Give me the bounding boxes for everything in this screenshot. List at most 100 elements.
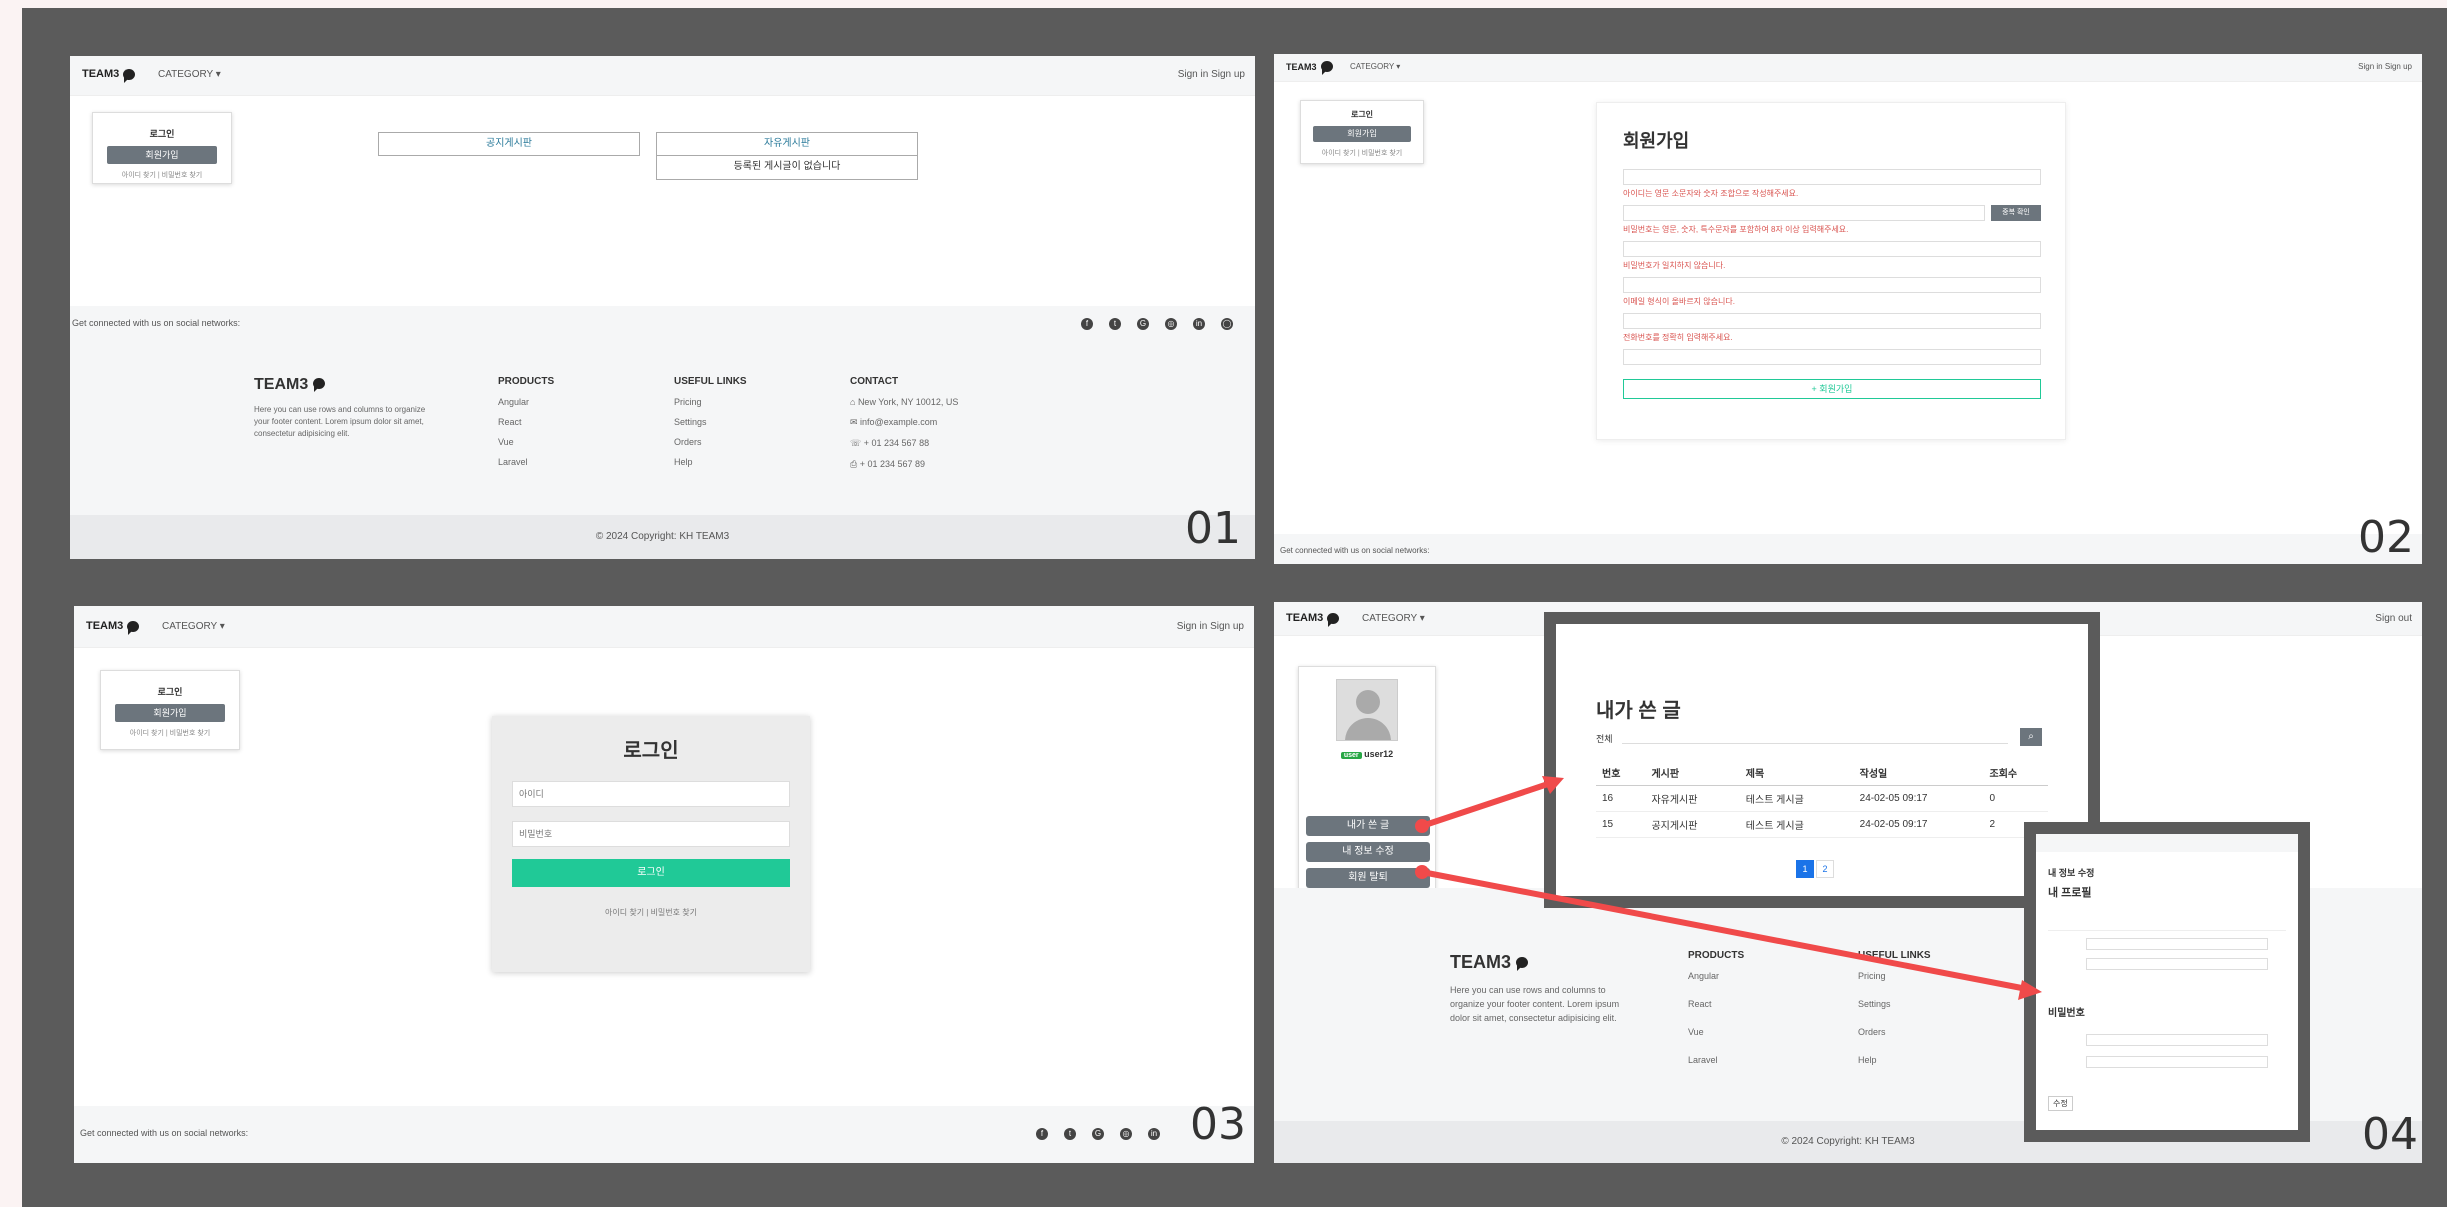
panel-number: 04 — [2362, 1109, 2418, 1160]
arrow-head — [2018, 980, 2042, 1000]
useful-link[interactable]: Pricing — [674, 397, 747, 407]
mail-icon: ✉ — [850, 417, 861, 427]
useful-link[interactable]: Settings — [674, 417, 747, 427]
id-input[interactable] — [1623, 169, 2041, 185]
find-links[interactable]: 아이디 찾기 | 비밀번호 찾기 — [512, 907, 790, 918]
print-icon: ⎙ — [850, 459, 860, 469]
useful-link[interactable]: Orders — [674, 437, 747, 447]
navbar: TEAM3 CATEGORY ▾ Sign in Sign up — [70, 56, 1255, 96]
board-notice[interactable]: 공지게시판 — [378, 132, 640, 156]
arrow-dot — [1415, 865, 1429, 879]
id-input[interactable]: 아이디 — [512, 781, 790, 807]
signup-button[interactable]: 회원가입 — [106, 146, 218, 164]
chat-icon — [1320, 61, 1333, 75]
sidebar-title: 로그인 — [1350, 110, 1374, 119]
signup-button[interactable]: 회원가입 — [1313, 126, 1411, 142]
auth-links[interactable]: Sign in Sign up — [1177, 621, 1244, 632]
footer: Get connected with us on social networks… — [1274, 534, 2422, 564]
footer-brand-col: TEAM3 Here you can use rows and columns … — [254, 376, 434, 450]
email-input[interactable] — [1623, 313, 2041, 329]
find-links[interactable]: 아이디 찾기 | 비밀번호 찾기 — [1301, 148, 1423, 158]
password-confirm-input[interactable] — [1623, 277, 2041, 293]
login-card: 로그인 아이디 비밀번호 로그인 아이디 찾기 | 비밀번호 찾기 — [492, 716, 810, 972]
social-icons: f t G ◎ in ◯ — [1081, 318, 1233, 330]
navbar: TEAM3 CATEGORY ▾ Sign in Sign up — [74, 606, 1254, 648]
github-icon[interactable]: ◯ — [1221, 318, 1233, 330]
login-sidebar: 로그인 회원가입 아이디 찾기 | 비밀번호 찾기 — [1300, 100, 1424, 164]
social-text: Get connected with us on social networks… — [1280, 546, 1430, 555]
product-link[interactable]: Angular — [498, 397, 554, 407]
brand-logo[interactable]: TEAM3 — [1286, 61, 1333, 75]
facebook-icon[interactable]: f — [1036, 1128, 1048, 1140]
brand-logo[interactable]: TEAM3 — [82, 68, 136, 83]
id-error: 아이디는 영문 소문자와 숫자 조합으로 작성해주세요. — [1623, 189, 1799, 198]
links-title: USEFUL LINKS — [674, 376, 747, 387]
google-icon[interactable]: G — [1137, 318, 1149, 330]
contact-address: ⌂ New York, NY 10012, US — [850, 397, 959, 407]
signup-submit-button[interactable]: + 회원가입 — [1623, 379, 2041, 399]
product-link[interactable]: Laravel — [498, 457, 554, 467]
useful-link[interactable]: Help — [674, 457, 747, 467]
sidebar-title: 로그인 — [157, 687, 183, 697]
panel-main-page: TEAM3 CATEGORY ▾ Sign in Sign up 로그인 회원가… — [70, 56, 1255, 559]
social-icons: f t G ◎ in — [1036, 1128, 1160, 1140]
pw-confirm-error: 비밀번호가 일치하지 않습니다. — [1623, 261, 1726, 270]
category-dropdown[interactable]: CATEGORY ▾ — [1350, 62, 1400, 71]
footer-contact: CONTACT ⌂ New York, NY 10012, US ✉ info@… — [850, 376, 958, 480]
board-free-title[interactable]: 자유게시판 — [656, 132, 918, 156]
twitter-icon[interactable]: t — [1109, 318, 1121, 330]
email-error: 이메일 형식이 올바르지 않습니다. — [1623, 297, 1735, 306]
home-icon: ⌂ — [850, 397, 858, 407]
login-button[interactable]: 로그인 — [512, 859, 790, 887]
phone-error: 전화번호를 정확히 입력해주세요. — [1623, 333, 1733, 342]
board-empty-note: 등록된 게시글이 없습니다 — [656, 156, 918, 180]
signup-form: 회원가입 아이디는 영문 소문자와 숫자 조합으로 작성해주세요. 중복 확인 … — [1596, 102, 2066, 440]
sidebar-title: 로그인 — [149, 129, 175, 139]
find-links[interactable]: 아이디 찾기 | 비밀번호 찾기 — [93, 170, 231, 180]
collage-frame: TEAM3 CATEGORY ▾ Sign in Sign up 로그인 회원가… — [22, 8, 2447, 1207]
arrow-line — [1421, 869, 2033, 993]
products-title: PRODUCTS — [498, 376, 555, 387]
footer: Get connected with us on social networks… — [70, 306, 1255, 559]
board-free: 자유게시판 등록된 게시글이 없습니다 — [656, 132, 918, 180]
arrow-dot — [1415, 819, 1429, 833]
product-link[interactable]: React — [498, 417, 554, 427]
category-dropdown[interactable]: CATEGORY ▾ — [158, 69, 221, 80]
auth-links[interactable]: Sign in Sign up — [1178, 69, 1245, 80]
phone-input[interactable] — [1623, 349, 2041, 365]
footer-products: PRODUCTS Angular React Vue Laravel — [498, 376, 554, 477]
login-sidebar: 로그인 회원가입 아이디 찾기 | 비밀번호 찾기 — [92, 112, 232, 184]
panel-mypage: TEAM3 CATEGORY ▾ Sign out user user12 내가… — [1274, 602, 2422, 1163]
find-links[interactable]: 아이디 찾기 | 비밀번호 찾기 — [101, 728, 239, 738]
panel-number: 02 — [2358, 512, 2414, 563]
footer: Get connected with us on social networks… — [74, 1106, 1254, 1163]
signup-button[interactable]: 회원가입 — [114, 704, 226, 722]
twitter-icon[interactable]: t — [1064, 1128, 1076, 1140]
navbar: TEAM3 CATEGORY ▾ Sign in Sign up — [1274, 54, 2422, 82]
footer-links: USEFUL LINKS Pricing Settings Orders Hel… — [674, 376, 747, 477]
brand-logo[interactable]: TEAM3 — [86, 620, 140, 635]
chat-icon — [312, 378, 325, 392]
product-link[interactable]: Vue — [498, 437, 554, 447]
password-input[interactable]: 비밀번호 — [512, 821, 790, 847]
contact-title: CONTACT — [850, 376, 899, 387]
panel-number: 01 — [1185, 503, 1241, 554]
pw-error: 비밀번호는 영문, 숫자, 특수문자를 포함하여 8자 이상 입력해주세요. — [1623, 225, 1849, 234]
contact-email: ✉ info@example.com — [850, 417, 938, 427]
check-button[interactable]: 중복 확인 — [1991, 205, 2041, 221]
id-check-input[interactable] — [1623, 205, 1985, 221]
facebook-icon[interactable]: f — [1081, 318, 1093, 330]
instagram-icon[interactable]: ◎ — [1120, 1128, 1132, 1140]
instagram-icon[interactable]: ◎ — [1165, 318, 1177, 330]
category-dropdown[interactable]: CATEGORY ▾ — [162, 621, 225, 632]
linkedin-icon[interactable]: in — [1193, 318, 1205, 330]
chat-icon — [123, 68, 136, 83]
auth-links[interactable]: Sign in Sign up — [2358, 62, 2412, 71]
contact-phone: ☏ + 01 234 567 88 — [850, 438, 930, 448]
annotation-arrows — [1415, 776, 2042, 1000]
linkedin-icon[interactable]: in — [1148, 1128, 1160, 1140]
google-icon[interactable]: G — [1092, 1128, 1104, 1140]
password-input[interactable] — [1623, 241, 2041, 257]
copyright: © 2024 Copyright: KH TEAM3 — [70, 515, 1255, 559]
footer-desc: Here you can use rows and columns to org… — [254, 405, 426, 438]
